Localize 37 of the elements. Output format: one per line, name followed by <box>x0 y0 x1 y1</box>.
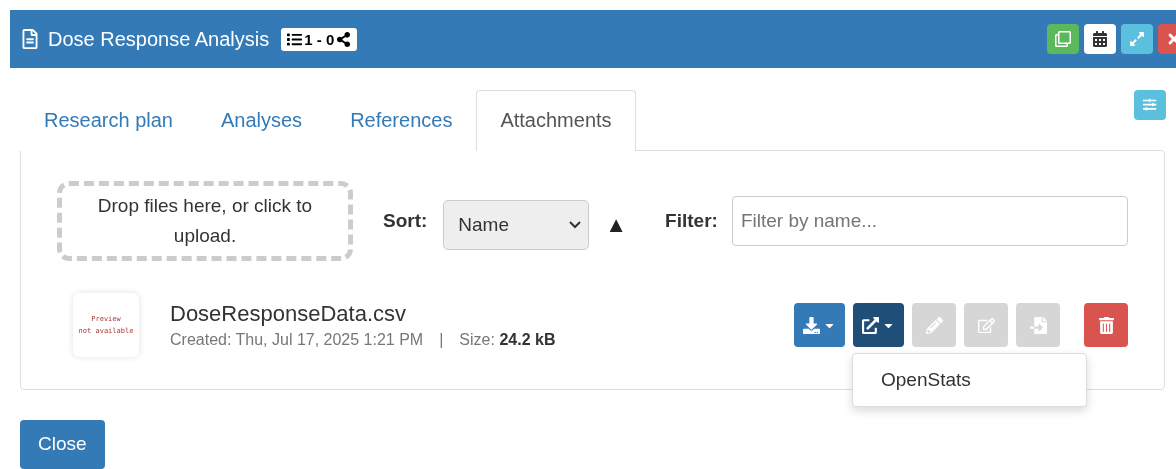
delete-button[interactable] <box>1084 303 1128 347</box>
chevron-down-icon <box>568 220 583 230</box>
sort-direction-button[interactable]: ▲ <box>605 212 628 238</box>
edit-icon <box>977 316 995 334</box>
external-link-icon <box>862 316 879 334</box>
expand-button[interactable] <box>1121 24 1153 54</box>
menu-item[interactable]: OpenStats <box>881 365 971 395</box>
upload-dropzone[interactable]: Drop files here, or click to upload. <box>57 181 353 261</box>
counter-badge[interactable]: 1 - 0 <box>281 27 358 51</box>
sort-label: Sort: <box>383 210 428 232</box>
calendar-icon <box>1092 31 1108 47</box>
filter-label: Filter: <box>665 210 718 232</box>
sliders-icon <box>1143 98 1157 112</box>
download-icon <box>803 316 820 334</box>
trash-icon <box>1097 316 1115 334</box>
import-icon <box>1029 316 1047 334</box>
file-name: DoseResponseData.csv <box>170 301 407 327</box>
download-button[interactable] <box>794 303 845 347</box>
filter-field[interactable]: Filter by name... <box>731 196 1128 246</box>
badge-count: 1 - 0 <box>304 30 335 48</box>
document-icon <box>20 29 40 49</box>
tab[interactable]: Attachments <box>476 90 636 151</box>
list-icon <box>287 31 303 47</box>
separator: | <box>439 331 444 349</box>
duplicate-button[interactable] <box>1047 24 1079 54</box>
sort-select[interactable]: Name <box>443 200 590 250</box>
share-icon <box>336 31 352 47</box>
window-title: Dose Response Analysis <box>48 27 270 51</box>
settings-button[interactable] <box>1134 90 1166 120</box>
created-date: Created: Thu, Jul 17, 2025 1:21 PM <box>170 331 424 349</box>
copy-icon <box>1055 31 1071 47</box>
expand-icon <box>1129 31 1145 47</box>
close-button[interactable]: Close <box>20 420 105 469</box>
pencil-icon <box>925 316 943 334</box>
open-with-button[interactable] <box>853 303 904 347</box>
file-size: Size: 24.2 kB <box>459 331 556 349</box>
calendar-button[interactable] <box>1084 24 1116 54</box>
